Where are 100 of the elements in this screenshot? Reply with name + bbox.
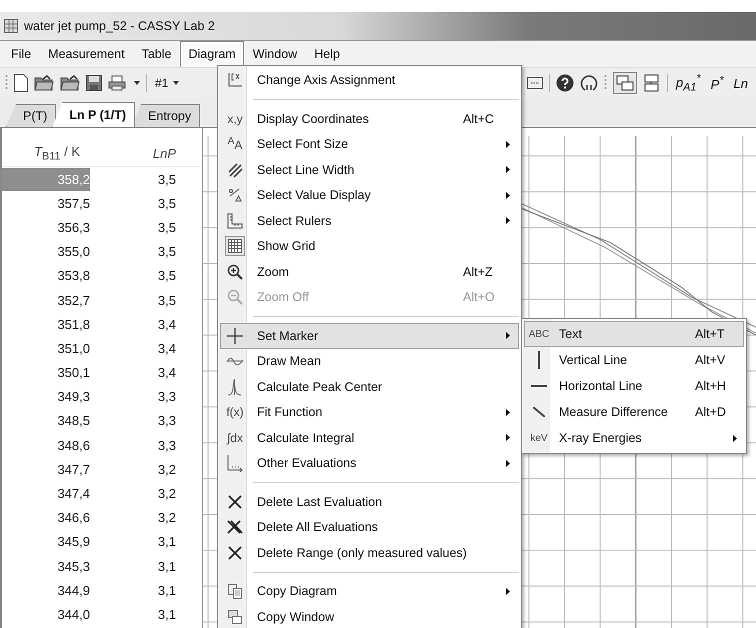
peak-icon	[227, 378, 243, 396]
menu-option[interactable]: Calculate Peak Center	[220, 374, 519, 400]
table-cell-text: 3,1	[156, 558, 176, 576]
table-cell-text: 3,3	[156, 388, 176, 406]
new-document-icon[interactable]	[14, 74, 28, 92]
submenu-arrow-icon	[506, 588, 510, 595]
menu-option-label: Select Value Display	[257, 188, 372, 202]
menu-option[interactable]: Select Line Width	[220, 157, 519, 182]
menu-option[interactable]: keV X-ray Energies	[524, 425, 744, 451]
menu-option-label: Display Coordinates	[257, 112, 370, 126]
copy-icon	[227, 583, 243, 600]
menu-option[interactable]: Measure Difference Alt+D	[524, 399, 744, 425]
menu-option[interactable]: Select Value Display	[220, 182, 519, 208]
horizontal-line-icon	[531, 384, 547, 388]
app-icon	[4, 19, 18, 33]
tab[interactable]: P(T)	[6, 104, 56, 127]
windows-icon	[227, 608, 243, 625]
menu-item[interactable]: Table	[134, 41, 180, 67]
table-cell-text: 3,5	[156, 218, 176, 237]
tab[interactable]: Ln P (1/T)	[52, 102, 136, 127]
shortcut-label: Alt+T	[695, 327, 726, 341]
submenu-arrow-icon	[506, 332, 510, 340]
menu-option[interactable]: Vertical Line Alt+V	[524, 347, 744, 373]
menu-option-label: Delete Last Evaluation	[257, 494, 384, 509]
menu-option[interactable]: Draw Mean	[220, 348, 519, 374]
cross-icon	[228, 546, 242, 560]
table-cell-text: 3,2	[156, 509, 176, 528]
folder-icon[interactable]	[34, 75, 54, 91]
caret-icon[interactable]	[134, 81, 140, 85]
quantity-button[interactable]: P$^{*}$	[708, 74, 726, 92]
table-cell-text: 353,8	[56, 267, 90, 286]
table-cell-text: 3,2	[156, 485, 176, 504]
table-cell-text: 345,3	[56, 558, 90, 576]
windows-icon[interactable]	[642, 74, 661, 92]
table-cell-text: 3,3	[156, 412, 176, 430]
wave-icon	[226, 355, 244, 368]
menu-option-label: Delete Range (only measured values)	[257, 546, 468, 560]
menu-option[interactable]: Delete Range (only measured values)	[220, 540, 519, 566]
menu-option-label: Show Grid	[257, 239, 316, 254]
menu-option[interactable]: Copy Diagram	[220, 578, 519, 604]
menu-option[interactable]: Delete Last Evaluation	[220, 489, 519, 514]
menu-option[interactable]: Set Marker	[220, 323, 519, 348]
set-selector[interactable]: #1	[153, 76, 182, 90]
menu-item[interactable]: Diagram	[180, 41, 244, 67]
printer-icon[interactable]	[108, 75, 128, 91]
menu-option-label: Vertical Line	[559, 353, 628, 367]
shortcut-label: Alt+C	[463, 112, 495, 126]
menu-option[interactable]: Select Rulers	[220, 208, 519, 234]
grip-icon	[5, 74, 8, 92]
help-icon[interactable]	[556, 74, 574, 92]
column-header[interactable]: LnP	[80, 146, 176, 160]
shortcut-label: Alt+V	[695, 353, 726, 367]
menu-option[interactable]: Zoom Alt+Z	[220, 259, 519, 284]
menu-option[interactable]: Change Axis Assignment	[220, 67, 519, 93]
shortcut-label: Alt+O	[463, 290, 496, 304]
column-header[interactable]: T$_{B11}$ / K	[2, 144, 80, 162]
menu-option-label: Other Evaluations	[257, 456, 358, 470]
table-cell: 358,2	[2, 168, 90, 191]
menu-option[interactable]: Other Evaluations	[220, 450, 519, 476]
table-cell-text: 347,4	[56, 485, 90, 504]
menu-item[interactable]: File	[3, 41, 40, 67]
table-cell-text: 346,6	[56, 509, 90, 528]
table-cell-text: 3,1	[156, 533, 176, 552]
menu-item[interactable]: Window	[244, 41, 306, 67]
menu-option[interactable]: Horizontal Line Alt+H	[524, 373, 744, 399]
menu-item[interactable]: Measurement	[40, 41, 133, 67]
windows-icon[interactable]	[612, 72, 637, 94]
menu-option[interactable]: ∫dx Calculate Integral	[220, 425, 519, 450]
crosshair-icon	[226, 326, 244, 345]
menu-option-label: Draw Mean	[257, 354, 322, 368]
quantity-button[interactable]: Ln	[732, 76, 750, 90]
menu-option[interactable]: ABC Text Alt+T	[524, 321, 744, 347]
table-cell-text: 344,9	[56, 582, 90, 600]
table-cell-text: 347,7	[56, 460, 90, 479]
folder-icon[interactable]	[60, 75, 80, 91]
double-cross-icon	[227, 520, 243, 534]
table-cell-text: 350,1	[56, 364, 90, 382]
submenu-arrow-icon	[506, 166, 510, 174]
menu-option[interactable]: x,y Display Coordinates Alt+C	[220, 106, 519, 132]
menu-option[interactable]: Show Grid	[220, 234, 519, 259]
caret-icon	[173, 81, 180, 85]
table-cell-text: 3,5	[156, 292, 176, 310]
menu-option[interactable]: Delete All Evaluations	[220, 514, 519, 540]
menu-item[interactable]: Help	[306, 41, 348, 67]
table-cell-text: 348,6	[56, 436, 90, 455]
menu-option[interactable]: f(x) Fit Function	[220, 400, 519, 425]
menu-icon: f(x)	[226, 405, 244, 420]
vertical-line-icon	[537, 351, 541, 369]
line-width-icon	[227, 162, 243, 178]
menu-option-label: Calculate Integral	[257, 430, 356, 445]
table-cell-text: 352,7	[56, 292, 90, 310]
grip-icon	[604, 74, 607, 92]
submenu-arrow-icon	[506, 408, 510, 416]
menu-option[interactable]: Copy Window	[220, 604, 519, 628]
table-cell-text: 349,3	[56, 388, 90, 406]
menu-option-label: Fit Function	[257, 405, 324, 420]
submenu-arrow-icon	[733, 434, 737, 442]
menu-icon: ∫dx	[227, 430, 243, 445]
menu-option-label: Horizontal Line	[559, 379, 644, 393]
menu-option[interactable]: $^{A}$A Select Font Size	[220, 132, 519, 157]
